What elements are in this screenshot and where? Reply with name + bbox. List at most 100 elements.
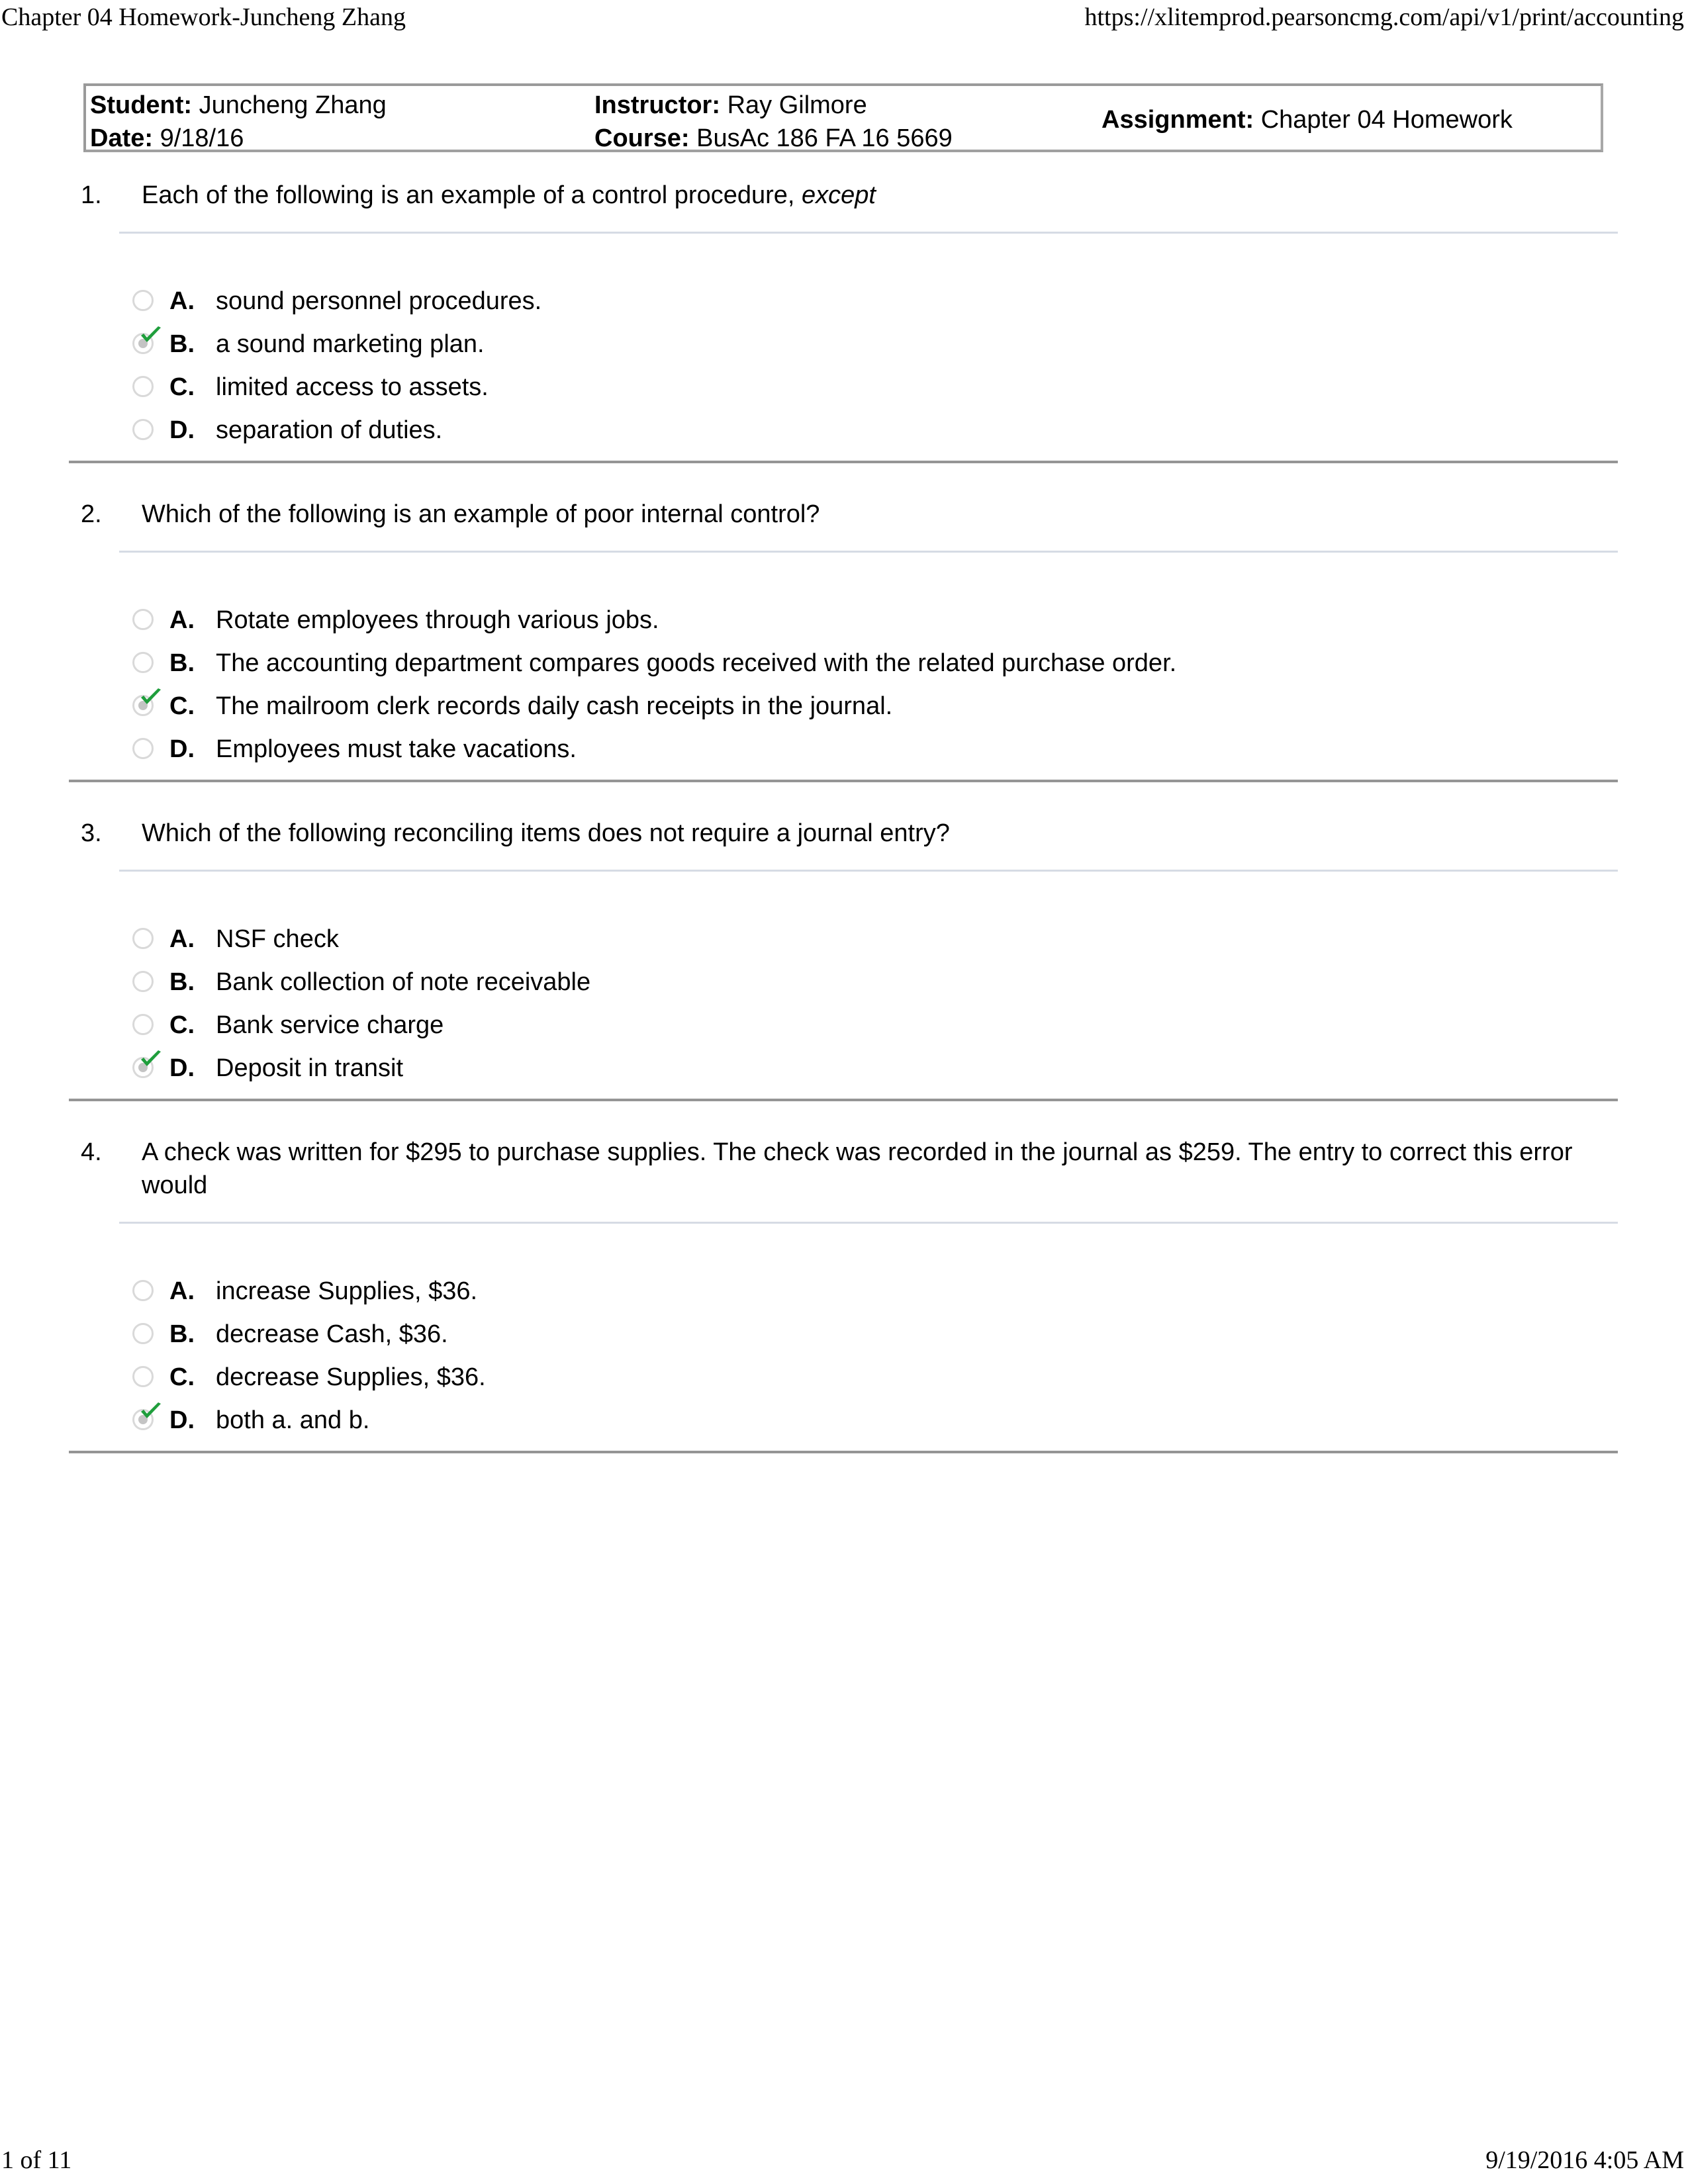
date-value: 9/18/16	[160, 124, 244, 152]
radio-icon[interactable]	[132, 928, 154, 949]
answer-option-b[interactable]: B. a sound marketing plan.	[130, 326, 1454, 361]
question-divider	[69, 461, 1618, 463]
option-letter: B.	[169, 1320, 195, 1348]
radio-icon[interactable]	[132, 1014, 154, 1035]
answer-option-c[interactable]: C. decrease Supplies, $36.	[130, 1361, 1454, 1394]
option-text: NSF check	[216, 925, 339, 953]
correct-checkmark-icon	[141, 1050, 161, 1066]
radio-icon[interactable]	[132, 290, 154, 311]
question-text: Each of the following is an example of a…	[142, 179, 1598, 212]
option-letter: C.	[169, 692, 195, 720]
course-value: BusAc 186 FA 16 5669	[696, 124, 953, 152]
correct-checkmark-icon	[141, 326, 161, 342]
answer-option-d[interactable]: D. both a. and b.	[130, 1402, 1454, 1437]
prompt-separator	[119, 870, 1618, 872]
question-number: 1.	[81, 181, 102, 209]
option-letter: D.	[169, 416, 195, 444]
date-label: Date:	[90, 124, 154, 152]
prompt-separator	[119, 551, 1618, 553]
option-letter: A.	[169, 606, 195, 634]
student-line: Student: Juncheng Zhang	[90, 89, 387, 122]
question-number: 4.	[81, 1138, 102, 1166]
answer-option-a[interactable]: A. sound personnel procedures.	[130, 285, 1454, 318]
answer-option-c[interactable]: C. Bank service charge	[130, 1009, 1454, 1042]
question-divider	[69, 1451, 1618, 1453]
answer-option-b[interactable]: B. Bank collection of note receivable	[130, 966, 1454, 999]
answer-option-d[interactable]: D. separation of duties.	[130, 414, 1454, 447]
assignment-label: Assignment:	[1102, 106, 1254, 134]
radio-icon[interactable]	[132, 419, 154, 440]
radio-icon[interactable]	[132, 738, 154, 759]
radio-icon[interactable]	[132, 376, 154, 397]
question-divider	[69, 780, 1618, 782]
instructor-line: Instructor: Ray Gilmore	[594, 89, 953, 122]
radio-icon[interactable]	[132, 1366, 154, 1387]
instructor-label: Instructor:	[594, 91, 720, 119]
question-text-main: Which of the following reconciling items…	[142, 819, 950, 847]
option-letter: C.	[169, 373, 195, 401]
question-text-main: Each of the following is an example of a…	[142, 181, 802, 209]
correct-checkmark-icon	[141, 688, 161, 704]
option-text: a sound marketing plan.	[216, 330, 485, 358]
option-text: Bank collection of note receivable	[216, 968, 591, 996]
option-letter: B.	[169, 968, 195, 996]
course-line: Course: BusAc 186 FA 16 5669	[594, 122, 953, 155]
page-number: 1 of 11	[1, 2146, 72, 2174]
option-text: sound personnel procedures.	[216, 287, 542, 315]
answer-option-a[interactable]: A. NSF check	[130, 923, 1454, 956]
answer-option-b[interactable]: B. The accounting department compares goo…	[130, 647, 1454, 680]
instructor-name: Ray Gilmore	[727, 91, 867, 119]
option-letter: B.	[169, 330, 195, 358]
prompt-separator	[119, 232, 1618, 234]
radio-icon[interactable]	[132, 1280, 154, 1301]
date-line: Date: 9/18/16	[90, 122, 387, 155]
option-text: The mailroom clerk records daily cash re…	[216, 692, 893, 720]
radio-icon[interactable]	[132, 652, 154, 673]
course-info: Instructor: Ray Gilmore Course: BusAc 18…	[594, 89, 953, 155]
question-text: A check was written for $295 to purchase…	[142, 1136, 1598, 1202]
option-text: Deposit in transit	[216, 1054, 404, 1082]
radio-icon[interactable]	[132, 1323, 154, 1344]
student-name: Juncheng Zhang	[199, 91, 387, 119]
answer-option-b[interactable]: B. decrease Cash, $36.	[130, 1318, 1454, 1351]
question-text-emphasis: except	[802, 181, 876, 209]
assignment-line: Assignment: Chapter 04 Homework	[1102, 103, 1513, 136]
option-letter: A.	[169, 1277, 195, 1305]
student-label: Student:	[90, 91, 193, 119]
document-title: Chapter 04 Homework-Juncheng Zhang	[1, 3, 406, 31]
option-letter: C.	[169, 1011, 195, 1039]
option-text: The accounting department compares goods…	[216, 649, 1177, 677]
answer-option-a[interactable]: A. Rotate employees through various jobs.	[130, 604, 1454, 637]
option-letter: D.	[169, 1054, 195, 1082]
answer-option-d[interactable]: D. Employees must take vacations.	[130, 733, 1454, 766]
answer-option-c[interactable]: C. The mailroom clerk records daily cash …	[130, 688, 1454, 723]
option-text: Rotate employees through various jobs.	[216, 606, 659, 634]
document-url: https://xlitemprod.pearsoncmg.com/api/v1…	[1084, 3, 1685, 31]
prompt-separator	[119, 1222, 1618, 1224]
answer-option-a[interactable]: A. increase Supplies, $36.	[130, 1275, 1454, 1308]
assignment-info-box: Student: Juncheng Zhang Date: 9/18/16 In…	[83, 83, 1603, 152]
option-letter: A.	[169, 287, 195, 315]
question-number: 3.	[81, 819, 102, 847]
option-letter: C.	[169, 1363, 195, 1391]
option-letter: D.	[169, 735, 195, 763]
course-label: Course:	[594, 124, 690, 152]
question-number: 2.	[81, 500, 102, 528]
question-text-main: Which of the following is an example of …	[142, 500, 820, 528]
print-timestamp: 9/19/2016 4:05 AM	[1485, 2146, 1684, 2174]
assignment-value: Chapter 04 Homework	[1260, 106, 1513, 134]
option-letter: B.	[169, 649, 195, 677]
radio-icon[interactable]	[132, 609, 154, 630]
assignment-info: Assignment: Chapter 04 Homework	[1102, 103, 1513, 136]
option-letter: A.	[169, 925, 195, 953]
option-text: both a. and b.	[216, 1406, 370, 1434]
option-text: Employees must take vacations.	[216, 735, 577, 763]
radio-icon[interactable]	[132, 971, 154, 992]
student-info: Student: Juncheng Zhang Date: 9/18/16	[90, 89, 387, 155]
option-text: separation of duties.	[216, 416, 443, 444]
correct-checkmark-icon	[141, 1402, 161, 1418]
option-letter: D.	[169, 1406, 195, 1434]
answer-option-c[interactable]: C. limited access to assets.	[130, 371, 1454, 404]
option-text: decrease Supplies, $36.	[216, 1363, 486, 1391]
answer-option-d[interactable]: D. Deposit in transit	[130, 1050, 1454, 1085]
